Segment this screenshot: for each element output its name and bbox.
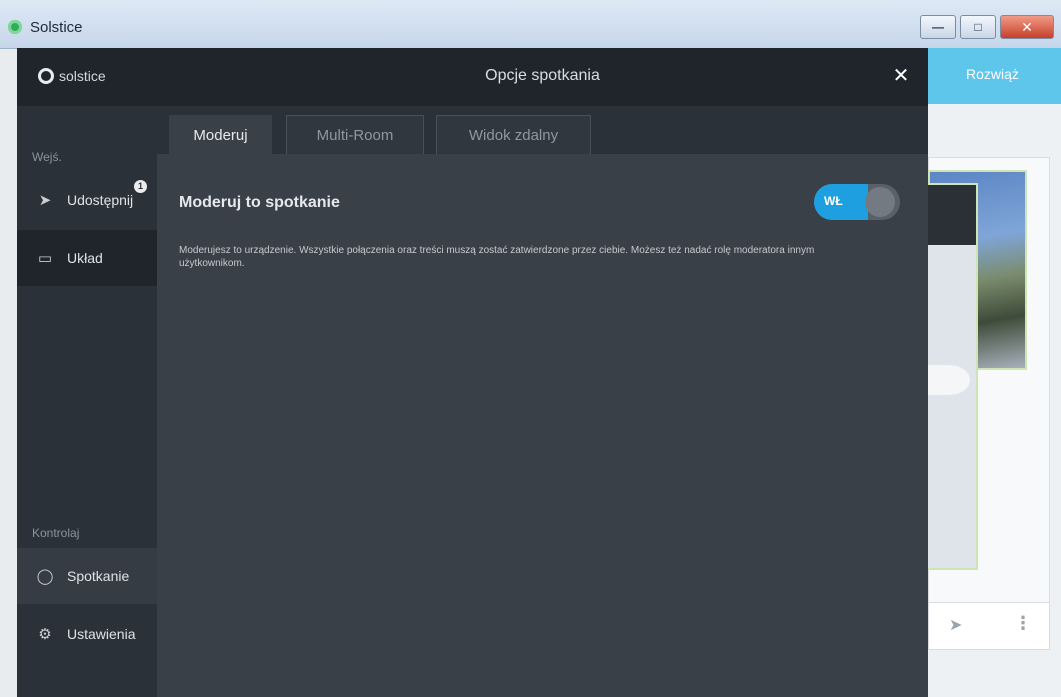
- close-icon[interactable]: ✕: [890, 64, 912, 88]
- moderate-toggle[interactable]: WŁ: [814, 184, 900, 220]
- sidebar-item-layout[interactable]: ▭ Układ: [17, 230, 157, 286]
- window-titlebar: Solstice — □ ✕: [0, 0, 1061, 49]
- plane-image-fragment: [928, 365, 970, 395]
- brand-name: solstice: [59, 68, 106, 84]
- background-header: Rozwiąż: [928, 48, 1061, 104]
- thumbnail-header: [928, 185, 976, 245]
- window-title: Solstice: [30, 19, 83, 36]
- layout-icon: ▭: [37, 250, 53, 267]
- sidebar: solstice Wejś. ➤ Udostępnij 1 ▭ Układ Ko…: [17, 48, 157, 697]
- sidebar-item-label: Spotkanie: [67, 568, 130, 584]
- meeting-icon: ◯: [36, 568, 54, 585]
- card-actions-bar: ➤ ⋮: [928, 602, 1050, 650]
- minimize-button[interactable]: —: [920, 15, 956, 39]
- share-icon[interactable]: ➤: [949, 615, 962, 635]
- section-title: Moderuj to spotkanie: [179, 194, 340, 211]
- sidebar-item-label: Układ: [67, 250, 103, 266]
- tab-multi-room[interactable]: Multi-Room: [286, 115, 424, 154]
- tab-moderate[interactable]: Moderuj: [169, 115, 272, 154]
- sidebar-item-settings[interactable]: ⚙ Ustawienia: [17, 606, 157, 662]
- maximize-button[interactable]: □: [960, 15, 996, 39]
- sidebar-item-label: Ustawienia: [67, 626, 136, 642]
- sidebar-section-controls: Kontrolaj: [32, 526, 80, 540]
- share-icon: ➤: [38, 192, 52, 209]
- settings-gear-icon: ⚙: [38, 626, 52, 643]
- sidebar-section-share: Wejś.: [32, 150, 62, 164]
- background-close-label[interactable]: Rozwiąż: [966, 66, 1019, 82]
- more-vertical-icon[interactable]: ⋮: [1014, 613, 1032, 634]
- toggle-label: WŁ: [824, 194, 843, 208]
- tab-remote-view[interactable]: Widok zdalny: [436, 115, 591, 154]
- window-close-button[interactable]: ✕: [1000, 15, 1054, 39]
- notification-badge: 1: [134, 180, 147, 193]
- modal-tabbar: Moderuj Multi-Room Widok zdalny: [157, 106, 928, 154]
- meeting-options-modal: Opcje spotkania ✕ Moderuj Multi-Room Wid…: [157, 48, 928, 697]
- brand-header: solstice: [17, 48, 157, 106]
- toggle-knob[interactable]: [865, 187, 895, 217]
- sidebar-item-meeting[interactable]: ◯ Spotkanie: [17, 548, 157, 604]
- solstice-brand-icon: [38, 68, 54, 84]
- solstice-logo-icon: [8, 20, 22, 34]
- modal-title: Opcje spotkania: [485, 67, 600, 84]
- section-description: Moderujesz to urządzenie. Wszystkie połą…: [179, 245, 815, 269]
- sidebar-item-share[interactable]: ➤ Udostępnij 1: [17, 172, 157, 228]
- sidebar-item-label: Udostępnij: [67, 192, 134, 208]
- modal-header: Opcje spotkania ✕: [157, 48, 928, 106]
